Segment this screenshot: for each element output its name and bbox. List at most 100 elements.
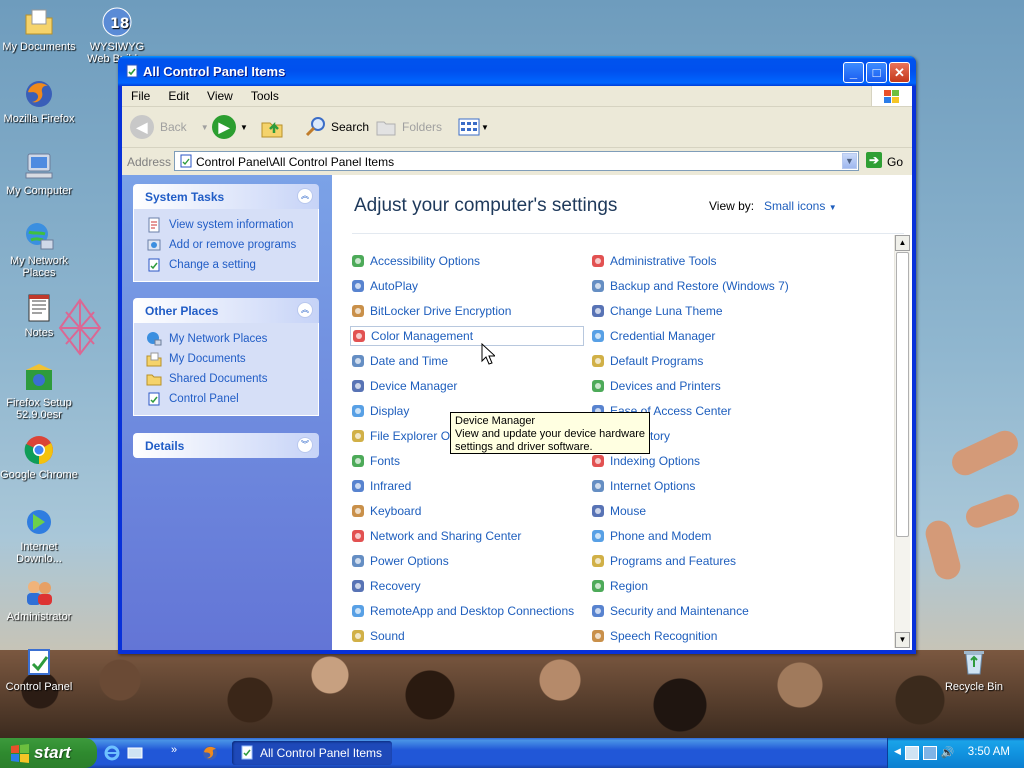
other-places-header[interactable]: Other Places ︽ [133, 298, 319, 323]
folders-button[interactable]: Folders [374, 113, 442, 141]
desktop-icon-administrator[interactable]: Administrator [0, 576, 78, 623]
desktop-icon-network-places[interactable]: My Network Places [0, 220, 78, 279]
cp-item-credential-manager[interactable]: Credential Manager [590, 326, 715, 346]
task-view-system-info[interactable]: View system information [146, 215, 318, 235]
details-header[interactable]: Details ︾ [133, 433, 319, 458]
up-folder-button[interactable] [260, 113, 284, 141]
cp-item-backup-and-restore-windows-7[interactable]: Backup and Restore (Windows 7) [590, 276, 789, 296]
cp-item-accessibility-options[interactable]: Accessibility Options [350, 251, 480, 271]
desktop-icon-my-computer[interactable]: My Computer [0, 150, 78, 197]
cp-item-internet-options[interactable]: Internet Options [590, 476, 695, 496]
ie-quicklaunch-icon[interactable] [104, 745, 120, 761]
cp-item-default-programs[interactable]: Default Programs [590, 351, 703, 371]
menu-view[interactable]: View [198, 86, 242, 103]
cp-item-keyboard[interactable]: Keyboard [350, 501, 421, 521]
desktop-icon-chrome[interactable]: Google Chrome [0, 434, 78, 481]
view-by-dropdown[interactable]: Small icons ▼ [764, 199, 837, 213]
scroll-down-icon[interactable]: ▼ [895, 632, 910, 648]
desktop-icon-my-documents[interactable]: My Documents [0, 6, 78, 53]
task-change-setting[interactable]: Change a setting [146, 255, 318, 275]
scroll-thumb[interactable] [896, 252, 909, 537]
address-dropdown-icon[interactable]: ▼ [842, 153, 857, 169]
taskbar-button-control-panel[interactable]: All Control Panel Items [232, 741, 392, 765]
cp-item-file-explorer-op[interactable]: File Explorer Op [350, 426, 457, 446]
cp-item-indexing-options[interactable]: Indexing Options [590, 451, 700, 471]
cp-item-display[interactable]: Display [350, 401, 409, 421]
start-button[interactable]: start [0, 738, 97, 768]
system-tasks-header[interactable]: System Tasks ︽ [133, 184, 319, 209]
network-places-icon [23, 220, 55, 252]
menu-edit[interactable]: Edit [159, 86, 198, 103]
desktop-icon-recycle-bin[interactable]: Recycle Bin [935, 646, 1013, 693]
desktop-icon-firefox[interactable]: Mozilla Firefox [0, 78, 78, 125]
network-tray-icon[interactable] [904, 746, 919, 760]
scroll-up-icon[interactable]: ▲ [895, 235, 910, 251]
window-title-bar[interactable]: All Control Panel Items _ □ ✕ [118, 56, 916, 86]
cp-item-device-manager[interactable]: Device Manager [350, 376, 457, 396]
minimize-button[interactable]: _ [843, 62, 864, 83]
cp-item-speech-recognition[interactable]: Speech Recognition [590, 626, 717, 646]
wysiwyg-web-builder-icon: 18 [101, 6, 133, 38]
cp-item-sound[interactable]: Sound [350, 626, 405, 646]
change-luna-theme-icon [592, 305, 604, 317]
views-button[interactable]: ▼ [457, 113, 489, 141]
keyboard-icon [352, 505, 364, 517]
vertical-scrollbar[interactable]: ▲ ▼ [894, 235, 910, 648]
collapse-chevron-icon[interactable]: ︽ [297, 302, 313, 318]
desktop-icon-firefox-setup[interactable]: Firefox Setup 52.9.0esr [0, 362, 78, 421]
place-my-network-places[interactable]: My Network Places [146, 329, 318, 349]
cp-item-devices-and-printers[interactable]: Devices and Printers [590, 376, 721, 396]
maximize-button[interactable]: □ [866, 62, 887, 83]
place-shared-documents[interactable]: Shared Documents [146, 369, 318, 389]
my-documents-icon [146, 352, 162, 367]
back-button[interactable]: ◀ Back ▼ [130, 113, 209, 141]
close-button[interactable]: ✕ [889, 62, 910, 83]
quicklaunch-expand-icon[interactable]: » [171, 744, 177, 756]
go-button[interactable]: Go [887, 155, 903, 169]
forward-button[interactable]: ▶ ▼ [212, 113, 248, 141]
remoteapp-and-desktop-connections-icon [352, 605, 364, 617]
menu-tools[interactable]: Tools [242, 86, 288, 103]
tray-expand-icon[interactable]: ◀ [894, 746, 901, 760]
cp-item-color-management[interactable]: Color Management [350, 326, 584, 346]
cp-item-autoplay[interactable]: AutoPlay [350, 276, 418, 296]
cp-item-change-luna-theme[interactable]: Change Luna Theme [590, 301, 723, 321]
back-arrow-icon: ◀ [130, 115, 154, 139]
display-icon [352, 405, 364, 417]
cp-item-recovery[interactable]: Recovery [350, 576, 421, 596]
place-my-documents[interactable]: My Documents [146, 349, 318, 369]
expand-chevron-icon[interactable]: ︾ [297, 437, 313, 453]
cp-item-power-options[interactable]: Power Options [350, 551, 449, 571]
task-add-remove-programs[interactable]: Add or remove programs [146, 235, 318, 255]
window-title: All Control Panel Items [143, 64, 286, 79]
folders-icon [376, 121, 396, 136]
search-button[interactable]: Search [304, 113, 369, 141]
cp-item-fonts[interactable]: Fonts [350, 451, 400, 471]
volume-tray-icon[interactable]: 🔊 [941, 746, 955, 760]
desktop-icon-control-panel[interactable]: Control Panel [0, 646, 78, 693]
address-input[interactable]: Control Panel\All Control Panel Items ▼ [174, 151, 859, 171]
forward-arrow-icon: ▶ [212, 115, 236, 139]
cp-item-programs-and-features[interactable]: Programs and Features [590, 551, 736, 571]
menu-file[interactable]: File [122, 86, 159, 103]
show-desktop-quicklaunch-icon[interactable] [127, 745, 143, 761]
place-control-panel[interactable]: Control Panel [146, 389, 318, 409]
desktop-icon-label: Google Chrome [0, 469, 78, 481]
collapse-chevron-icon[interactable]: ︽ [297, 188, 313, 204]
cp-item-mouse[interactable]: Mouse [590, 501, 646, 521]
cp-item-security-and-maintenance[interactable]: Security and Maintenance [590, 601, 749, 621]
display-tray-icon[interactable] [922, 746, 937, 760]
cp-item-remoteapp-and-desktop-connections[interactable]: RemoteApp and Desktop Connections [350, 601, 574, 621]
cp-item-network-and-sharing-center[interactable]: Network and Sharing Center [350, 526, 521, 546]
cp-item-date-and-time[interactable]: Date and Time [350, 351, 448, 371]
cp-item-region[interactable]: Region [590, 576, 648, 596]
windows-flag-icon [871, 86, 912, 106]
tooltip-title: Device Manager [455, 415, 536, 427]
go-arrow-icon[interactable]: ➔ [866, 152, 882, 168]
firefox-taskbar-icon[interactable] [201, 744, 219, 762]
cp-item-infrared[interactable]: Infrared [350, 476, 411, 496]
cp-item-bitlocker-drive-encryption[interactable]: BitLocker Drive Encryption [350, 301, 511, 321]
cp-item-phone-and-modem[interactable]: Phone and Modem [590, 526, 711, 546]
cp-item-administrative-tools[interactable]: Administrative Tools [590, 251, 717, 271]
desktop-icon-internet-download[interactable]: Internet Downlo... [0, 506, 78, 565]
